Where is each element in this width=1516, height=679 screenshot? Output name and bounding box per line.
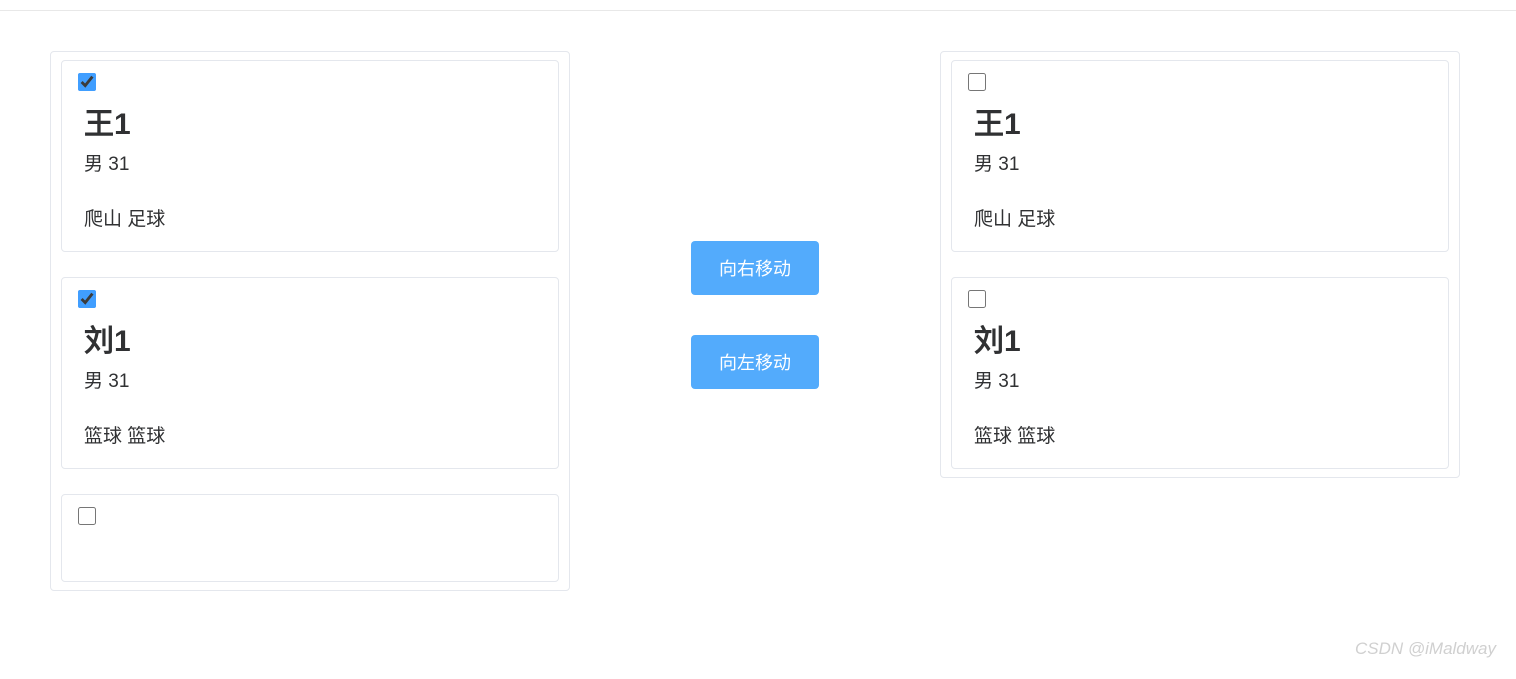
item-tags: 爬山 足球 — [968, 204, 1432, 231]
list-item: 刘1 男 31 篮球 篮球 — [61, 277, 559, 469]
button-column: 向右移动 向左移动 — [570, 51, 940, 389]
item-tags: 爬山 足球 — [78, 204, 542, 231]
item-name: 刘1 — [78, 316, 542, 360]
list-item: 刘1 男 31 篮球 篮球 — [951, 277, 1449, 469]
move-left-button[interactable]: 向左移动 — [691, 335, 819, 389]
item-checkbox[interactable] — [968, 290, 986, 308]
list-item: 王1 男 31 爬山 足球 — [951, 60, 1449, 252]
left-panel: 王1 男 31 爬山 足球 刘1 男 31 篮球 篮球 — [50, 51, 570, 591]
item-name: 王1 — [968, 99, 1432, 143]
item-sub: 男 31 — [78, 366, 542, 393]
item-tags: 篮球 篮球 — [968, 421, 1432, 448]
watermark: CSDN @iMaldway — [1355, 639, 1496, 659]
item-sub: 男 31 — [968, 149, 1432, 176]
right-panel: 王1 男 31 爬山 足球 刘1 男 31 篮球 篮球 — [940, 51, 1460, 478]
move-right-button[interactable]: 向右移动 — [691, 241, 819, 295]
item-sub: 男 31 — [968, 366, 1432, 393]
item-tags: 篮球 篮球 — [78, 421, 542, 448]
item-checkbox[interactable] — [78, 290, 96, 308]
item-checkbox[interactable] — [78, 73, 96, 91]
list-item — [61, 494, 559, 582]
item-sub: 男 31 — [78, 149, 542, 176]
item-name: 刘1 — [968, 316, 1432, 360]
item-checkbox[interactable] — [968, 73, 986, 91]
item-checkbox[interactable] — [78, 507, 96, 525]
list-item: 王1 男 31 爬山 足球 — [61, 60, 559, 252]
transfer-container: 王1 男 31 爬山 足球 刘1 男 31 篮球 篮球 向右移动 向左移动 王1… — [0, 11, 1516, 591]
item-name: 王1 — [78, 99, 542, 143]
